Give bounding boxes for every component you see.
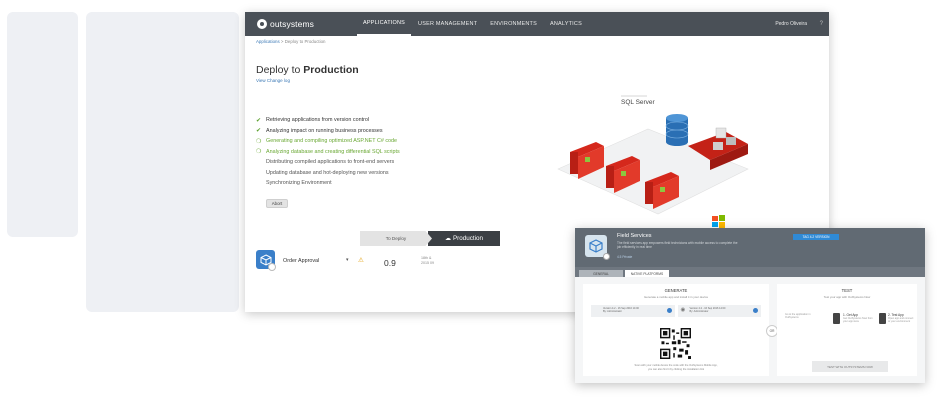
tab-environments[interactable]: ENVIRONMENTS: [484, 12, 543, 36]
production-label: Production: [452, 235, 484, 242]
page-title: Deploy to Production: [256, 64, 359, 76]
abort-button[interactable]: Abort: [266, 199, 288, 208]
windows-logo-icon: [712, 215, 725, 228]
app-date: 18th & 2015 09: [421, 256, 434, 266]
ios-build[interactable]: Version 4.2 - 16 Sep 2016 14:00 By: Admi…: [591, 305, 675, 317]
app-status-badge: [268, 263, 276, 271]
check-icon: ✔: [256, 128, 262, 135]
step-label: Generating and compiling optimized ASP.N…: [266, 138, 398, 145]
fs-status-badge: [603, 253, 610, 260]
cloud-icon: ☁: [444, 236, 451, 242]
application-row: Order Approval ▾ ⚠ 0.9 18th & 2015 09: [256, 250, 536, 274]
android-build-info: Version 4.2 - 16 Sep 2016 14:00 By: Admi…: [690, 307, 726, 313]
get-app-step: 1. Get App Get OutSystems Now from your …: [843, 313, 875, 323]
breadcrumb-current: Deploy to Production: [284, 39, 326, 44]
step-label: Analyzing impact on running business pro…: [266, 127, 383, 134]
deploy-pipeline: To Deploy ☁ Production: [360, 231, 500, 246]
tab-applications[interactable]: APPLICATIONS: [357, 12, 412, 36]
tab-analytics[interactable]: ANALYTICS: [544, 12, 588, 36]
fs-header: Field Services The field services app em…: [575, 228, 925, 267]
logo-icon: [257, 19, 267, 29]
step-label: Updating database and hot-deploying new …: [266, 169, 389, 176]
field-services-window: Field Services The field services app em…: [575, 228, 925, 383]
build-list: Version 4.2 - 16 Sep 2016 14:00 By: Admi…: [591, 305, 761, 317]
help-icon[interactable]: ?: [820, 21, 823, 27]
change-log-link[interactable]: View Change log: [256, 78, 290, 83]
page-title-bold: Production: [303, 64, 359, 76]
generate-panel: GENERATE Generate a mobile app and insta…: [583, 284, 769, 376]
logo-text: outsystems: [270, 19, 314, 29]
user-menu[interactable]: Pedro Oliveira: [775, 21, 807, 27]
phone-icon: [833, 313, 840, 324]
test-panel: TEST Test your app with OutSystems Now G…: [777, 284, 917, 376]
check-icon: ✔: [256, 117, 262, 124]
generate-title: GENERATE: [664, 288, 688, 293]
database-icon: [665, 114, 689, 146]
step-item: Updating database and hot-deploying new …: [256, 168, 400, 179]
nav-tabs: APPLICATIONS USER MANAGEMENT ENVIRONMENT…: [357, 12, 589, 36]
deploy-steps: ✔ Retrieving applications from version co…: [256, 115, 400, 189]
generate-subtitle: Generate a mobile app and install it in …: [643, 295, 709, 299]
ios-build-author: By: Administrator: [603, 310, 622, 313]
phone-icon: [879, 313, 886, 324]
fs-description: The field services app empowers field te…: [617, 241, 767, 249]
test-app-step: 2. Test App Open app and connect to your…: [888, 313, 916, 323]
step-item: Synchronizing Environment: [256, 178, 400, 189]
step-label: Distributing compiled applications to fr…: [266, 159, 395, 166]
breadcrumb-applications-link[interactable]: Applications: [256, 39, 280, 44]
fs-title: Field Services: [617, 233, 652, 239]
background-panel-left: [7, 12, 78, 237]
tab-user-management[interactable]: USER MANAGEMENT: [412, 12, 483, 36]
fs-description-line-2: job efficiently in real time: [617, 245, 652, 249]
step-label: Analyzing database and creating differen…: [266, 148, 400, 155]
generate-footer-line-2: you can also find it by clicking the ins…: [647, 367, 705, 371]
page-title-prefix: Deploy to: [256, 64, 304, 76]
test-subtitle: Test your app with OutSystems Now: [823, 295, 871, 299]
progress-icon: ❍: [256, 138, 262, 145]
android-build-author: By: Administrator: [689, 310, 709, 313]
test-title: TEST: [841, 288, 853, 293]
ios-build-info: Version 4.2 - 16 Sep 2016 14:00 By: Admi…: [603, 307, 639, 313]
fs-meta: 4.5 Private: [617, 255, 633, 259]
logo[interactable]: outsystems: [257, 19, 357, 29]
top-nav: outsystems APPLICATIONS USER MANAGEMENT …: [245, 12, 829, 36]
step-label: Retrieving applications from version con…: [266, 117, 370, 124]
get-app-desc: Get OutSystems Now from your app store: [843, 317, 873, 324]
step-label: Synchronizing Environment: [266, 180, 332, 187]
to-deploy-stage[interactable]: To Deploy: [360, 231, 432, 246]
step-item: ✔ Retrieving applications from version co…: [256, 115, 400, 126]
tab-native-platforms[interactable]: NATIVE PLATFORMS: [625, 270, 669, 277]
download-icon[interactable]: [753, 308, 758, 313]
deployment-diagram: SQL Server: [557, 95, 749, 228]
breadcrumb: Applications > Deploy to Production: [256, 39, 325, 44]
test-with-outsystems-now-button[interactable]: TEST WITH OUTSYSTEMS NOW: [812, 361, 888, 372]
progress-icon: ❍: [256, 149, 262, 156]
tab-general[interactable]: GENERAL: [579, 270, 623, 277]
android-icon: ◉: [680, 307, 686, 313]
sql-server-label: SQL Server: [621, 99, 656, 106]
fs-body: GENERATE Generate a mobile app and insta…: [575, 277, 925, 383]
step-item: ✔ Analyzing impact on running business pr…: [256, 126, 400, 137]
background-panel-middle: [86, 12, 239, 312]
fs-tab-bar: GENERAL NATIVE PLATFORMS: [575, 267, 925, 277]
app-version: 0.9: [384, 258, 396, 268]
step-item: ❍ Analyzing database and creating differe…: [256, 147, 400, 158]
qr-code[interactable]: [660, 328, 691, 359]
app-date-line-2: 2015 09: [421, 261, 434, 265]
app-name: Order Approval: [283, 258, 320, 264]
test-app-desc: Open app and connect to your environment: [888, 317, 914, 324]
generate-footer: Scan with your mobile device the code wi…: [583, 364, 769, 371]
warning-icon[interactable]: ⚠: [358, 256, 364, 264]
left-desc-text: Go to the application in OutSystems: [785, 313, 811, 320]
production-stage[interactable]: ☁ Production: [428, 231, 500, 246]
step-item: ❍ Generating and compiling optimized ASP.…: [256, 136, 400, 147]
tag-version-button[interactable]: TAG 4.2 VERSION: [793, 234, 839, 240]
left-desc: Go to the application in OutSystems: [785, 313, 821, 319]
download-icon[interactable]: [666, 308, 672, 313]
step-item: Distributing compiled applications to fr…: [256, 157, 400, 168]
chevron-down-icon[interactable]: ▾: [346, 257, 349, 263]
android-build[interactable]: ◉ Version 4.2 - 16 Sep 2016 14:00 By: Ad…: [677, 305, 761, 317]
